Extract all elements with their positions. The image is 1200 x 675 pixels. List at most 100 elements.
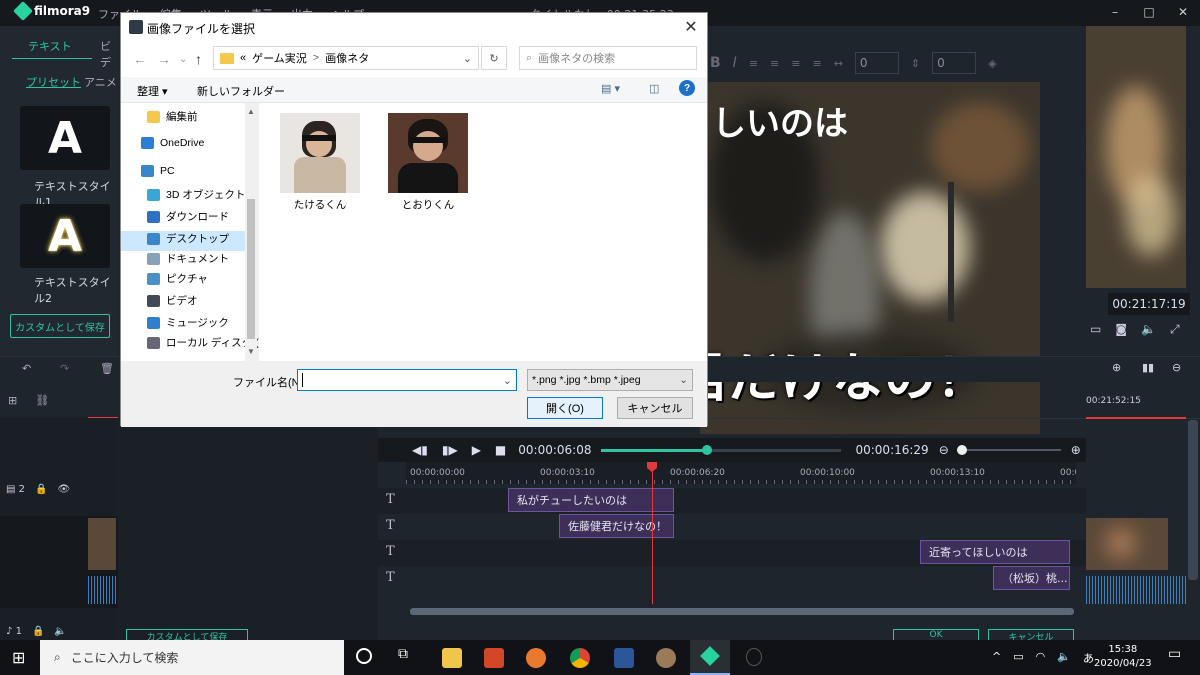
organize-button[interactable]: 整理 ▾ xyxy=(137,83,168,99)
stop-icon[interactable]: ■ xyxy=(495,443,506,457)
search-input[interactable]: ⌕ 画像ネタの検索 xyxy=(519,46,697,70)
cortana-icon[interactable] xyxy=(356,648,372,664)
tab-video[interactable]: ビデ xyxy=(100,38,118,70)
filename-input[interactable]: ⌄ xyxy=(297,369,517,391)
nav-scrollbar[interactable]: ▲ ▼ xyxy=(245,103,257,361)
address-dropdown-icon[interactable]: ⌄ xyxy=(463,52,472,65)
chrome-icon[interactable] xyxy=(570,648,590,668)
line-spacing-input[interactable]: 0 xyxy=(932,52,977,74)
word-icon[interactable] xyxy=(614,648,634,668)
char-spacing-input[interactable]: 0 xyxy=(854,52,899,74)
new-folder-button[interactable]: 新しいフォルダー xyxy=(197,83,285,99)
forward-arrow-icon[interactable]: → xyxy=(157,51,171,67)
play-icon[interactable]: ▶ xyxy=(472,443,481,457)
nav-item-document[interactable]: ドキュメント xyxy=(147,251,229,266)
seek-bar[interactable] xyxy=(601,444,842,455)
seek-knob[interactable] xyxy=(702,444,713,455)
file-item[interactable]: とおりくん xyxy=(385,113,471,212)
eye-icon[interactable]: 👁 xyxy=(57,484,70,495)
settings-diamond-icon[interactable]: ◈ xyxy=(988,57,996,70)
maximize-button[interactable]: □ xyxy=(1132,0,1166,24)
view-options-icon[interactable]: ▤ ▾ xyxy=(601,82,620,95)
volume-icon[interactable]: 🔈 xyxy=(1141,322,1156,337)
text-clip[interactable]: 近寄ってほしいのは xyxy=(920,540,1070,564)
align-center-icon[interactable]: ≡ xyxy=(770,57,779,70)
media-player-icon[interactable] xyxy=(526,648,546,668)
breadcrumb-game[interactable]: ゲーム実況 xyxy=(252,50,307,66)
text-clip[interactable]: （松坂）桃... xyxy=(993,566,1070,590)
preview-pane-icon[interactable]: ◫ xyxy=(649,82,659,95)
speaker-icon[interactable]: 🔈 xyxy=(54,626,66,637)
dialog-close-icon[interactable]: ✕ xyxy=(677,15,705,39)
breadcrumb-current[interactable]: 画像ネタ xyxy=(325,50,369,66)
refresh-icon[interactable]: ↻ xyxy=(481,46,507,70)
nav-item-music[interactable]: ミュージック xyxy=(147,315,229,330)
zoom-in-icon[interactable]: ⊕ xyxy=(1112,361,1121,374)
add-track-icon[interactable]: ⊞ xyxy=(8,394,17,407)
delete-icon[interactable]: 🗑 xyxy=(100,362,114,375)
timeline-zoom-slider[interactable] xyxy=(956,445,1061,455)
step-back-icon[interactable]: ◀▮ xyxy=(412,443,428,457)
align-right-icon[interactable]: ≡ xyxy=(791,57,800,70)
zoom-in-timeline-icon[interactable]: ⊕ xyxy=(1071,443,1081,457)
align-left-icon[interactable]: ≡ xyxy=(749,57,758,70)
video-thumbnail[interactable] xyxy=(88,518,116,570)
nav-item-3d-object[interactable]: 3D オブジェクト xyxy=(147,187,245,202)
fullscreen-icon[interactable]: ⤢ xyxy=(1170,322,1180,337)
taskbar-clock[interactable]: 15:38 2020/04/23 xyxy=(1094,643,1152,671)
split-view-icon[interactable]: ▮▮ xyxy=(1142,361,1154,374)
subtab-animation[interactable]: アニメ xyxy=(84,74,117,90)
tray-chevron-icon[interactable]: ^ xyxy=(992,650,1001,666)
playhead[interactable] xyxy=(652,464,653,604)
undo-icon[interactable]: ↶ xyxy=(22,362,31,375)
nav-item-download[interactable]: ダウンロード xyxy=(147,209,229,224)
save-as-custom-button[interactable]: カスタムとして保存 xyxy=(10,314,110,338)
notification-icon[interactable]: ▭ xyxy=(1168,646,1181,662)
lock-icon[interactable]: 🔒 xyxy=(35,484,47,495)
up-arrow-icon[interactable]: ↑ xyxy=(195,51,202,67)
lock-icon[interactable]: 🔒 xyxy=(32,626,44,637)
app-icon[interactable] xyxy=(746,648,762,666)
taskbar-search[interactable]: ⌕ ここに入力して検索 xyxy=(40,640,344,675)
filetype-select[interactable]: *.png *.jpg *.bmp *.jpeg ⌄ xyxy=(527,369,693,391)
link-icon[interactable]: ⛓ xyxy=(35,394,49,407)
file-item[interactable]: たけるくん xyxy=(277,113,363,212)
filmora-taskbar-button[interactable] xyxy=(690,640,730,675)
time-ruler[interactable]: 00:00:00:00 00:00:03:10 00:00:06:20 00:0… xyxy=(406,462,1076,484)
windows-start-icon[interactable]: ⊞ xyxy=(12,648,25,667)
powerpoint-icon[interactable] xyxy=(484,648,504,668)
close-button[interactable]: ✕ xyxy=(1166,0,1200,24)
cancel-button[interactable]: キャンセル xyxy=(617,397,693,419)
wifi-icon[interactable]: ◠ xyxy=(1036,650,1046,666)
volume-tray-icon[interactable]: 🔈 xyxy=(1057,650,1071,666)
nav-item-onedrive[interactable]: OneDrive xyxy=(141,137,204,149)
crop-icon[interactable]: ▭ xyxy=(1090,322,1101,337)
breadcrumb-overflow[interactable]: « xyxy=(240,52,246,64)
ime-indicator[interactable]: あ xyxy=(1083,650,1094,666)
zoom-knob[interactable] xyxy=(956,445,967,455)
timeline-vscroll[interactable] xyxy=(1188,420,1198,580)
timeline-hscroll[interactable] xyxy=(410,608,1074,615)
address-bar[interactable]: « ゲーム実況 > 画像ネタ ⌄ xyxy=(213,46,479,70)
subtab-preset[interactable]: プリセット xyxy=(26,74,81,90)
battery-icon[interactable]: ▭ xyxy=(1013,650,1023,666)
redo-icon[interactable]: ↷ xyxy=(60,362,69,375)
italic-button[interactable]: I xyxy=(733,55,737,71)
help-icon[interactable]: ? xyxy=(679,80,695,96)
snapshot-icon[interactable]: ◙ xyxy=(1115,322,1127,337)
text-style-tile-1[interactable]: A xyxy=(20,106,110,170)
back-arrow-icon[interactable]: ← xyxy=(133,51,147,67)
paint-icon[interactable] xyxy=(656,648,676,668)
file-explorer-icon[interactable] xyxy=(442,648,462,668)
nav-item-video[interactable]: ビデオ xyxy=(147,293,198,308)
step-forward-icon[interactable]: ▮▶ xyxy=(442,443,458,457)
text-style-tile-2[interactable]: A xyxy=(20,204,110,268)
nav-scroll-thumb[interactable] xyxy=(247,199,255,339)
nav-item-picture[interactable]: ピクチャ xyxy=(147,271,208,286)
open-button[interactable]: 開く(O) xyxy=(527,397,603,419)
scroll-down-icon[interactable]: ▼ xyxy=(247,347,255,356)
filename-dropdown-icon[interactable]: ⌄ xyxy=(503,374,512,387)
video-thumbnail[interactable] xyxy=(1086,518,1168,570)
bold-button[interactable]: B xyxy=(710,55,721,71)
minimize-button[interactable]: – xyxy=(1098,0,1132,24)
